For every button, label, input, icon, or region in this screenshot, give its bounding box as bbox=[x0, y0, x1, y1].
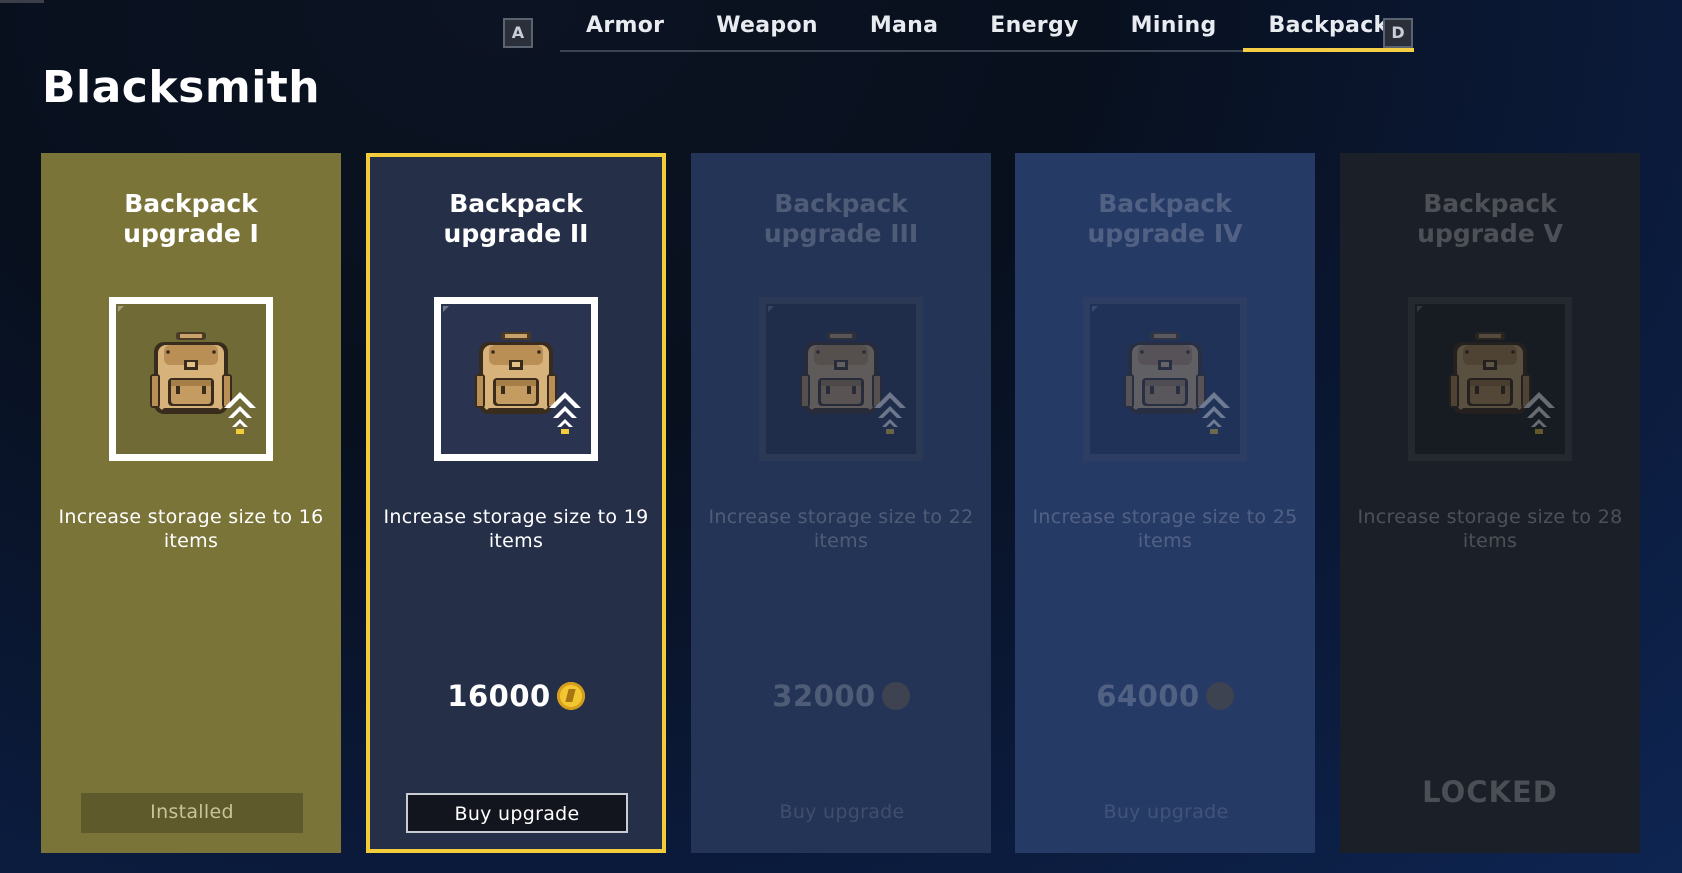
backpack-icon bbox=[1092, 306, 1230, 434]
upgrade-title: Backpack upgrade III bbox=[763, 189, 919, 248]
next-tab-key-hint[interactable]: D bbox=[1383, 18, 1413, 48]
tab-energy[interactable]: Energy bbox=[964, 10, 1104, 50]
upgrade-icon-frame bbox=[759, 297, 923, 461]
upgrade-price: 16000 bbox=[366, 678, 666, 714]
upgrade-icon-frame bbox=[434, 297, 598, 461]
backpack-icon bbox=[443, 306, 581, 434]
upgrade-icon-frame bbox=[109, 297, 273, 461]
upgrade-card-4[interactable]: Backpack upgrade IV Increase storage siz… bbox=[1015, 153, 1315, 853]
tab-row: Armor Weapon Mana Energy Mining Backpack bbox=[560, 10, 1415, 52]
upgrade-title: Backpack upgrade II bbox=[443, 189, 589, 248]
installed-button: Installed bbox=[81, 793, 303, 833]
tab-mining[interactable]: Mining bbox=[1105, 10, 1243, 50]
upgrade-card-5[interactable]: Backpack upgrade V Increase storage size… bbox=[1340, 153, 1640, 853]
upgrade-title: Backpack upgrade I bbox=[123, 189, 259, 248]
coin-icon bbox=[881, 682, 910, 710]
category-tab-bar: A Armor Weapon Mana Energy Mining Backpa… bbox=[503, 10, 1416, 54]
buy-upgrade-button-disabled: Buy upgrade bbox=[1103, 801, 1229, 823]
page-title: Blacksmith bbox=[42, 62, 321, 113]
price-value: 64000 bbox=[1096, 679, 1200, 713]
backpack-icon bbox=[768, 306, 906, 434]
price-value: 32000 bbox=[772, 679, 876, 713]
upgrade-price: 32000 bbox=[691, 678, 991, 714]
backpack-icon bbox=[118, 306, 256, 434]
upgrade-description: Increase storage size to 22 items bbox=[708, 506, 974, 552]
buy-upgrade-button-disabled: Buy upgrade bbox=[779, 801, 905, 823]
upgrade-title: Backpack upgrade V bbox=[1417, 189, 1563, 248]
tab-mana[interactable]: Mana bbox=[844, 10, 964, 50]
upgrade-title: Backpack upgrade IV bbox=[1087, 189, 1243, 248]
upgrade-card-1[interactable]: Backpack upgrade I Increase storage size… bbox=[41, 153, 341, 853]
price-value: 16000 bbox=[447, 679, 551, 713]
prev-tab-key-hint[interactable]: A bbox=[503, 18, 533, 48]
tab-weapon[interactable]: Weapon bbox=[690, 10, 844, 50]
upgrade-icon-frame bbox=[1408, 297, 1572, 461]
upgrade-description: Increase storage size to 28 items bbox=[1357, 506, 1623, 552]
backpack-icon bbox=[1417, 306, 1555, 434]
upgrade-icon-frame bbox=[1083, 297, 1247, 461]
upgrade-description: Increase storage size to 16 items bbox=[58, 506, 324, 552]
upgrade-description: Increase storage size to 19 items bbox=[383, 506, 649, 552]
gold-coin-icon bbox=[556, 682, 585, 710]
coin-icon bbox=[1205, 682, 1234, 710]
buy-upgrade-button[interactable]: Buy upgrade bbox=[406, 793, 628, 833]
locked-label: LOCKED bbox=[1422, 775, 1558, 809]
upgrade-description: Increase storage size to 25 items bbox=[1032, 506, 1298, 552]
window-corner-mark bbox=[0, 0, 44, 3]
tab-armor[interactable]: Armor bbox=[560, 10, 690, 50]
upgrade-price: 64000 bbox=[1015, 678, 1315, 714]
upgrade-card-3[interactable]: Backpack upgrade III Increase storage si… bbox=[691, 153, 991, 853]
upgrade-card-2[interactable]: Backpack upgrade II Increase storage siz… bbox=[366, 153, 666, 853]
